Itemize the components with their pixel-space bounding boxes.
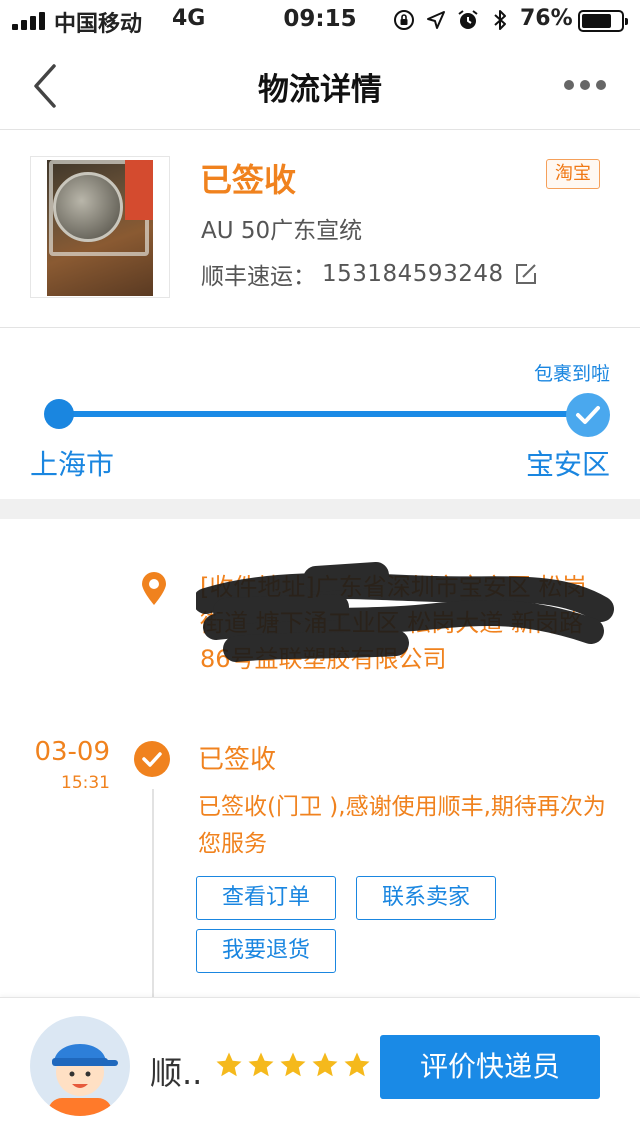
star-icon	[248, 1052, 274, 1077]
courier-bar: 顺.. 评价快递员	[0, 997, 640, 1136]
copy-edit-icon[interactable]	[514, 262, 538, 286]
origin-city: 上海市	[30, 448, 115, 481]
event-date: 03-09	[34, 737, 110, 767]
product-name: AU 50广东宣统	[201, 218, 363, 244]
progress-track	[58, 411, 588, 417]
arrived-label: 包裹到啦	[533, 363, 610, 385]
courier-label: 顺丰速运：	[201, 264, 316, 290]
source-tag: 淘宝	[546, 159, 600, 189]
coin-photo	[47, 160, 153, 296]
redaction-scribble	[196, 562, 614, 662]
status-bar: 中国移动 4G 09:15 76%	[0, 0, 640, 40]
status-icons	[392, 8, 512, 32]
return-goods-button[interactable]: 我要退货	[196, 929, 336, 973]
event-title: 已签收	[198, 745, 277, 775]
rate-courier-button[interactable]: 评价快递员	[380, 1035, 600, 1099]
battery-icon	[578, 10, 628, 32]
star-icon	[216, 1052, 242, 1077]
battery-percent: 76%	[520, 6, 573, 31]
contact-seller-button[interactable]: 联系卖家	[356, 876, 496, 920]
location-arrow-icon	[427, 11, 445, 29]
location-pin-icon	[142, 572, 166, 605]
delivery-status: 已签收	[200, 161, 297, 199]
star-icon	[312, 1052, 338, 1077]
event-description: 已签收(门卫 ),感谢使用顺丰,期待再次为您服务	[198, 794, 606, 857]
courier-info: 顺丰速运： 153184593248	[201, 257, 538, 291]
shipping-progress: 包裹到啦 上海市 宝安区	[0, 329, 640, 499]
nav-bar: 物流详情	[0, 40, 640, 130]
tracking-number[interactable]: 153184593248	[322, 261, 504, 287]
rotation-lock-icon	[394, 10, 414, 30]
check-circle-icon	[134, 741, 170, 777]
page-title: 物流详情	[258, 72, 382, 108]
bluetooth-icon	[494, 10, 506, 30]
origin-dot	[44, 399, 74, 429]
destination-check-icon	[566, 393, 610, 437]
event-time: 15:31	[61, 773, 110, 793]
view-order-button[interactable]: 查看订单	[196, 876, 336, 920]
package-card[interactable]: 已签收 淘宝 AU 50广东宣统 顺丰速运： 153184593248	[0, 131, 640, 328]
timeline-line	[152, 789, 154, 997]
section-divider	[0, 499, 640, 519]
tracking-timeline: [收件地址]广东省深圳市宝安区 松岗街道 塘下涌工业区 松岗大道 新岗路86号益…	[0, 519, 640, 997]
more-options-icon[interactable]	[564, 72, 608, 98]
courier-avatar[interactable]	[30, 1016, 130, 1116]
destination-district: 宝安区	[525, 448, 610, 481]
alarm-icon	[458, 10, 478, 29]
courier-rating	[214, 1050, 372, 1080]
courier-name: 顺..	[150, 1054, 203, 1092]
star-icon	[280, 1052, 306, 1077]
product-thumbnail[interactable]	[30, 156, 170, 298]
star-icon	[344, 1052, 370, 1077]
